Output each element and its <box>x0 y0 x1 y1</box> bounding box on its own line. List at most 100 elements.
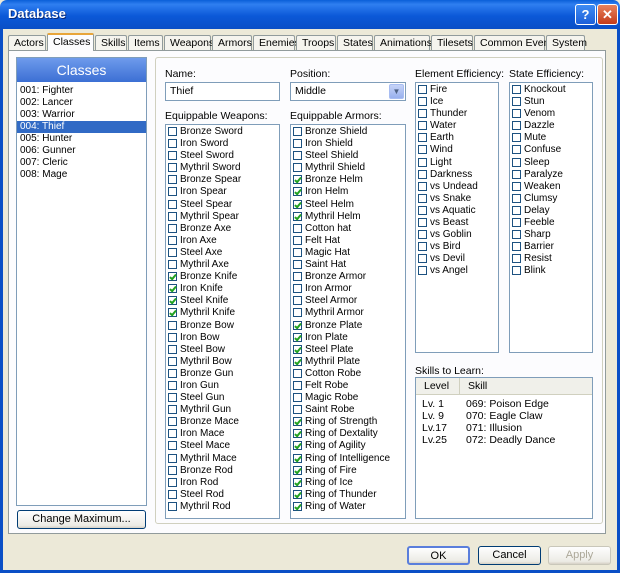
checkbox[interactable] <box>168 260 177 270</box>
checkbox[interactable] <box>168 356 177 366</box>
checkbox[interactable] <box>293 405 302 415</box>
checkbox[interactable] <box>168 296 177 306</box>
checkbox[interactable] <box>293 127 302 136</box>
checkbox[interactable] <box>512 230 521 240</box>
checkbox[interactable] <box>293 356 302 366</box>
checkbox[interactable] <box>168 308 177 318</box>
ok-button[interactable]: OK <box>407 546 470 565</box>
tab-system[interactable]: System <box>546 35 587 50</box>
states-item[interactable]: Feeble <box>510 217 592 229</box>
checkbox[interactable] <box>168 320 177 330</box>
checkbox[interactable] <box>293 417 302 427</box>
weapons-item[interactable]: Bronze Gun <box>166 368 279 380</box>
tab-items[interactable]: Items <box>128 35 163 50</box>
checkbox[interactable] <box>293 260 302 270</box>
elements-item[interactable]: Fire <box>416 84 498 96</box>
states-item[interactable]: Delay <box>510 205 592 217</box>
checkbox[interactable] <box>168 199 177 209</box>
states-item[interactable]: Dazzle <box>510 120 592 132</box>
weapons-item[interactable]: Steel Mace <box>166 440 279 452</box>
tab-actors[interactable]: Actors <box>8 35 46 50</box>
column-level[interactable]: Level <box>424 380 449 392</box>
armors-item[interactable]: Ring of Intelligence <box>291 453 405 465</box>
checkbox[interactable] <box>168 235 177 245</box>
tab-skills[interactable]: Skills <box>95 35 127 50</box>
checkbox[interactable] <box>418 121 427 131</box>
checkbox[interactable] <box>293 429 302 439</box>
skills-list[interactable]: Level Skill Lv. 1 069: Poison Edge Lv. 9 07… <box>415 377 593 519</box>
armors-item[interactable]: Iron Plate <box>291 332 405 344</box>
checkbox[interactable] <box>293 175 302 185</box>
armors-item[interactable]: Magic Hat <box>291 247 405 259</box>
checkbox[interactable] <box>293 441 302 451</box>
checkbox[interactable] <box>168 380 177 390</box>
armors-item[interactable]: Mythril Helm <box>291 211 405 223</box>
checkbox[interactable] <box>168 344 177 354</box>
elements-item[interactable]: vs Snake <box>416 193 498 205</box>
skill-row[interactable]: Lv.25 072: Deadly Dance <box>416 434 592 446</box>
checkbox[interactable] <box>168 247 177 257</box>
checkbox[interactable] <box>418 193 427 203</box>
weapons-item[interactable]: Mythril Gun <box>166 404 279 416</box>
checkbox[interactable] <box>293 139 302 149</box>
checkbox[interactable] <box>418 181 427 191</box>
checkbox[interactable] <box>168 465 177 475</box>
checkbox[interactable] <box>293 163 302 173</box>
armors-item[interactable]: Cotton Robe <box>291 368 405 380</box>
tab-armors[interactable]: Armors <box>212 35 252 50</box>
cancel-button[interactable]: Cancel <box>478 546 541 565</box>
armors-item[interactable]: Mythril Armor <box>291 307 405 319</box>
states-item[interactable]: Venom <box>510 108 592 120</box>
checkbox[interactable] <box>293 332 302 342</box>
states-item[interactable]: Knockout <box>510 84 592 96</box>
states-item[interactable]: Sharp <box>510 229 592 241</box>
checkbox[interactable] <box>168 272 177 282</box>
checkbox[interactable] <box>168 175 177 185</box>
weapons-item[interactable]: Bronze Mace <box>166 416 279 428</box>
checkbox[interactable] <box>168 163 177 173</box>
close-button[interactable]: ✕ <box>597 4 618 25</box>
checkbox[interactable] <box>293 247 302 257</box>
checkbox[interactable] <box>293 235 302 245</box>
weapons-item[interactable]: Mythril Knife <box>166 307 279 319</box>
elements-item[interactable]: vs Aquatic <box>416 205 498 217</box>
checkbox[interactable] <box>418 157 427 167</box>
checkbox[interactable] <box>293 344 302 354</box>
checkbox[interactable] <box>168 477 177 487</box>
checkbox[interactable] <box>293 272 302 282</box>
weapons-item[interactable]: Iron Gun <box>166 380 279 392</box>
checkbox[interactable] <box>168 284 177 294</box>
states-item[interactable]: Sleep <box>510 157 592 169</box>
checkbox[interactable] <box>293 393 302 403</box>
class-list[interactable]: Classes 001: Fighter 002: Lancer 003: Warr… <box>16 57 147 506</box>
checkbox[interactable] <box>512 193 521 203</box>
states-item[interactable]: Mute <box>510 132 592 144</box>
armors-item[interactable]: Bronze Shield <box>291 126 405 138</box>
checkbox[interactable] <box>512 242 521 252</box>
checkbox[interactable] <box>418 145 427 155</box>
armors-checklist[interactable]: Bronze Shield Iron Shield Steel Shield Myth… <box>290 124 406 519</box>
elements-item[interactable]: vs Beast <box>416 217 498 229</box>
weapons-item[interactable]: Steel Knife <box>166 295 279 307</box>
tab-enemies[interactable]: Enemies <box>253 35 300 50</box>
tab-states[interactable]: States <box>337 35 373 50</box>
checkbox[interactable] <box>293 199 302 209</box>
armors-item[interactable]: Ring of Fire <box>291 465 405 477</box>
armors-item[interactable]: Felt Hat <box>291 235 405 247</box>
elements-item[interactable]: Water <box>416 120 498 132</box>
elements-item[interactable]: vs Undead <box>416 181 498 193</box>
armors-item[interactable]: Steel Helm <box>291 199 405 211</box>
armors-item[interactable]: Iron Helm <box>291 186 405 198</box>
armors-item[interactable]: Bronze Plate <box>291 320 405 332</box>
checkbox[interactable] <box>418 85 427 94</box>
armors-item[interactable]: Steel Plate <box>291 344 405 356</box>
checkbox[interactable] <box>293 151 302 161</box>
elements-item[interactable]: vs Angel <box>416 265 498 277</box>
checkbox[interactable] <box>168 151 177 161</box>
armors-item[interactable]: Felt Robe <box>291 380 405 392</box>
checkbox[interactable] <box>418 230 427 240</box>
weapons-item[interactable]: Mythril Mace <box>166 453 279 465</box>
checkbox[interactable] <box>168 332 177 342</box>
weapons-item[interactable]: Mythril Axe <box>166 259 279 271</box>
checkbox[interactable] <box>293 489 302 499</box>
